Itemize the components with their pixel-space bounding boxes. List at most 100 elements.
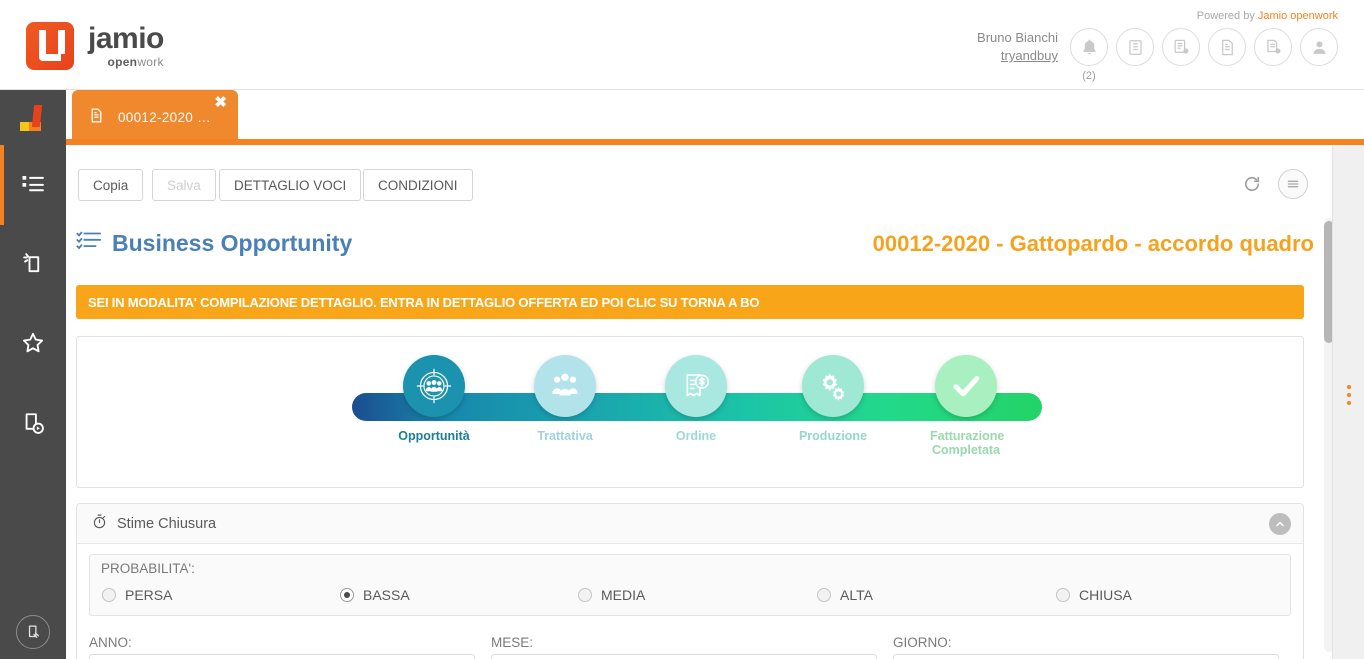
top-header: jamio openwork Powered by Jamio openwork…: [0, 0, 1364, 90]
brand-name: jamio: [88, 22, 164, 55]
tab-document[interactable]: 00012-2020 … ✖: [72, 90, 238, 145]
sidebar-item-favorites[interactable]: [0, 305, 66, 385]
step-label: Trattativa: [537, 429, 593, 443]
main-content: Copia Salva DETTAGLIO VOCI CONDIZIONI Bu…: [66, 151, 1332, 659]
giorno-label: GIORNO:: [893, 635, 952, 650]
action-toolbar: Copia Salva DETTAGLIO VOCI CONDIZIONI: [66, 151, 1332, 213]
mese-field: MESE:: [491, 635, 877, 659]
process-stepper-card: Opportunità Trattativa Ordine Produzione…: [76, 336, 1304, 488]
right-rail-panel: [1332, 145, 1364, 659]
tab-bar: 00012-2020 … ✖: [66, 90, 1364, 145]
radio-media[interactable]: MEDIA: [578, 587, 645, 603]
sidebar-item-list[interactable]: [0, 145, 66, 225]
star-icon: [19, 329, 47, 362]
step-label: Produzione: [798, 429, 868, 443]
brand-subtitle-rest: work: [137, 55, 164, 69]
powered-by-label: Powered by Jamio openwork: [1197, 10, 1338, 22]
target-people-icon: [403, 355, 465, 417]
sidebar-item-attachments[interactable]: [0, 615, 66, 649]
brand-logo-area[interactable]: jamio openwork: [26, 22, 164, 70]
brand-wordmark: jamio openwork: [88, 22, 164, 69]
user-toolbar: Bruno Bianchi tryandbuy (2): [977, 28, 1338, 82]
user-name: Bruno Bianchi: [977, 30, 1058, 46]
page-title-row: Business Opportunity 00012-2020 - Gattop…: [76, 229, 1314, 269]
brand-subtitle: openwork: [88, 56, 164, 68]
step-opportunita[interactable]: Opportunità: [398, 355, 470, 443]
close-icon[interactable]: ✖: [214, 95, 227, 110]
refresh-icon[interactable]: [1242, 174, 1262, 194]
salva-button[interactable]: Salva: [152, 169, 216, 201]
user-identity: Bruno Bianchi tryandbuy: [977, 29, 1058, 64]
radio-chiusa[interactable]: CHIUSA: [1056, 587, 1132, 603]
probabilita-label: PROBABILITA':: [101, 561, 195, 576]
people-group-icon: [534, 355, 596, 417]
step-ordine[interactable]: Ordine: [660, 355, 732, 443]
section-header: Stime Chiusura: [77, 504, 1303, 544]
mese-input[interactable]: [491, 654, 877, 659]
anno-label: ANNO:: [89, 635, 132, 650]
powered-by-prefix: Powered by: [1196, 10, 1258, 22]
jamio-logo-icon: [26, 22, 74, 70]
step-label: Fatturazione Completata: [930, 429, 1005, 458]
step-fatturazione-completata[interactable]: Fatturazione Completata: [930, 355, 1005, 458]
radio-dot: [1056, 588, 1070, 602]
sidebar-item-processes[interactable]: [0, 385, 66, 465]
radio-alta[interactable]: ALTA: [817, 587, 873, 603]
radio-label: MEDIA: [601, 587, 646, 603]
step-label: Ordine: [675, 429, 717, 443]
bell-icon[interactable]: (2): [1070, 28, 1108, 82]
document-code: 00012-2020 - Gattopardo - accordo quadro: [872, 231, 1314, 256]
gears-icon: [802, 355, 864, 417]
page-title-text: Business Opportunity: [112, 229, 353, 256]
section-title: Stime Chiusura: [117, 515, 217, 532]
brand-subtitle-bold: open: [107, 55, 138, 69]
giorno-input[interactable]: [893, 654, 1279, 659]
user-tenant-link[interactable]: tryandbuy: [977, 47, 1058, 65]
invoice-dollar-icon: [665, 355, 727, 417]
clipboard-list-icon[interactable]: [1116, 28, 1154, 66]
process-stepper: Opportunità Trattativa Ordine Produzione…: [352, 355, 1042, 475]
document-link-icon: [16, 615, 50, 649]
step-produzione[interactable]: Produzione: [797, 355, 869, 443]
document-icon: [88, 107, 105, 129]
anno-input[interactable]: [89, 654, 475, 659]
radio-label: CHIUSA: [1079, 587, 1132, 603]
radio-bassa[interactable]: BASSA: [340, 587, 410, 603]
toolbar-right-actions: [1242, 169, 1308, 199]
check-icon: [935, 355, 997, 417]
radio-label: BASSA: [363, 587, 410, 603]
radio-label: PERSA: [125, 587, 173, 603]
radio-label: ALTA: [840, 587, 873, 603]
copia-button[interactable]: Copia: [78, 169, 144, 201]
document-settings-icon[interactable]: [1254, 28, 1292, 66]
application-window: jamio openwork Powered by Jamio openwork…: [0, 0, 1364, 659]
rail-drag-handle[interactable]: [1346, 385, 1351, 405]
sidebar-item-new-document[interactable]: [0, 225, 66, 305]
radio-dot: [817, 588, 831, 602]
radio-persa[interactable]: PERSA: [102, 587, 172, 603]
left-sidebar: [0, 90, 66, 659]
dettaglio-voci-button[interactable]: DETTAGLIO VOCI: [219, 169, 362, 201]
hamburger-menu-icon[interactable]: [1278, 169, 1308, 199]
radio-dot: [340, 588, 354, 602]
list-icon: [19, 169, 47, 202]
stime-chiusura-section: Stime Chiusura PROBABILITA': PERSA BASSA: [76, 503, 1304, 659]
radio-dot: [102, 588, 116, 602]
step-trattativa[interactable]: Trattativa: [529, 355, 601, 443]
anno-field: ANNO:: [89, 635, 475, 659]
condizioni-button[interactable]: CONDIZIONI: [363, 169, 473, 201]
sidebar-logo-icon[interactable]: [0, 90, 66, 145]
clipboard-settings-icon[interactable]: [1162, 28, 1200, 66]
notification-count: (2): [1082, 70, 1096, 82]
probabilita-radio-group: PROBABILITA': PERSA BASSA MEDIA ALTA CHI…: [89, 554, 1291, 616]
document-icon[interactable]: [1208, 28, 1246, 66]
user-avatar-icon[interactable]: [1300, 28, 1338, 66]
powered-by-brand[interactable]: Jamio openwork: [1258, 10, 1338, 22]
tab-label: 00012-2020 …: [118, 110, 211, 125]
chevron-up-icon[interactable]: [1269, 513, 1291, 535]
checklist-icon: [76, 229, 102, 257]
mese-label: MESE:: [491, 635, 534, 650]
radio-dot: [578, 588, 592, 602]
document-play-icon: [19, 409, 47, 442]
giorno-field: GIORNO:: [893, 635, 1279, 659]
